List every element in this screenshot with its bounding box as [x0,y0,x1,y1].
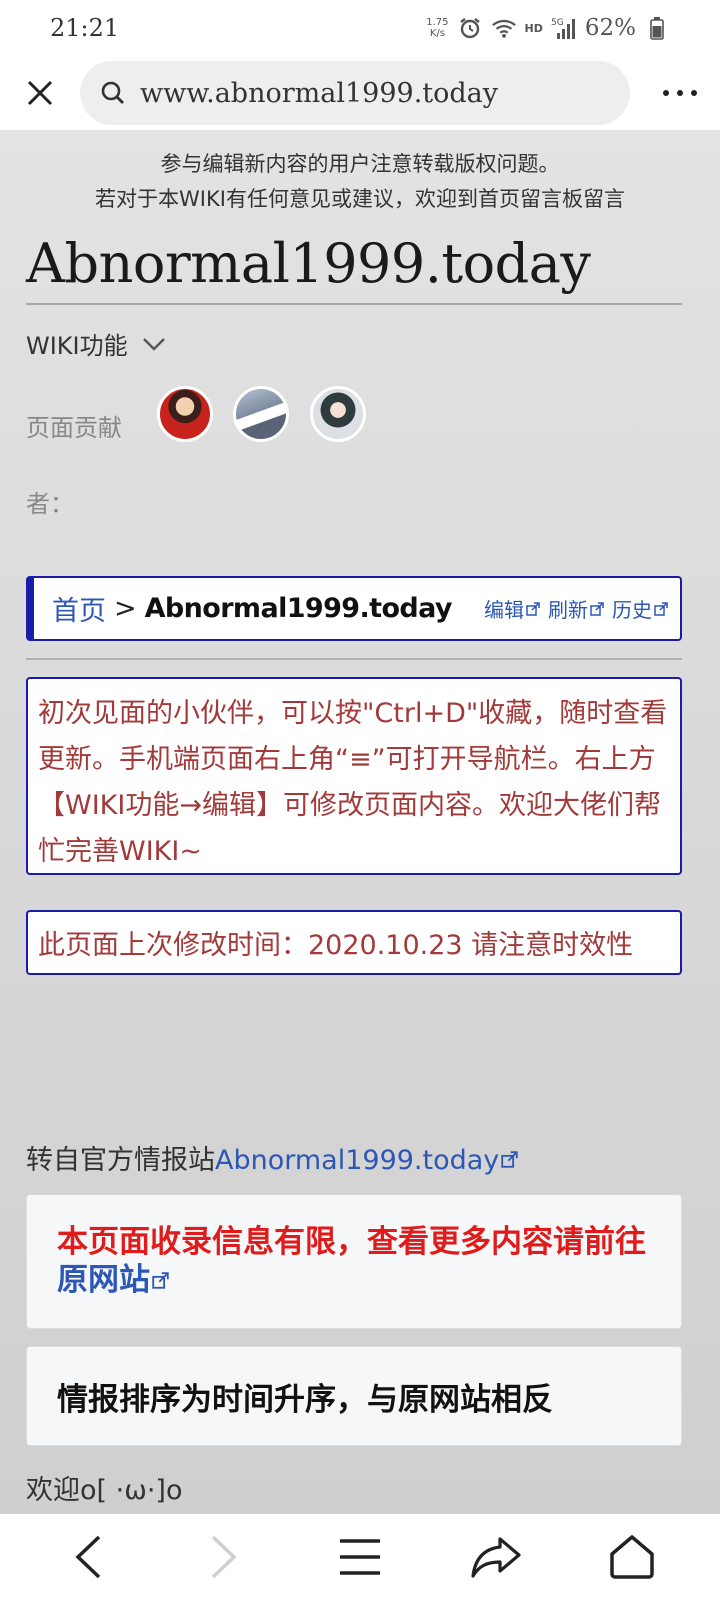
home-button[interactable] [597,1522,667,1592]
forward-button[interactable] [189,1522,259,1592]
breadcrumb-separator: > [114,593,137,624]
share-button[interactable] [461,1522,531,1592]
last-modified-text: 此页面上次修改时间：2020.10.23 请注意时效性 [38,930,634,961]
net-speed-value: 1.75 [426,17,449,28]
status-icons: 1.75 K/s HD 5G 62% [426,15,670,41]
page-actions: 编辑 刷新 历史 [484,594,668,623]
home-icon [610,1535,654,1579]
close-button[interactable] [18,71,62,115]
wiki-functions-label: WIKI功能 [26,332,128,360]
external-link-icon [152,1272,169,1289]
section-divider [26,658,682,660]
external-link-icon [526,602,540,616]
top-notice: . 参与编辑新内容的用户注意转载版权问题。 若对于本WIKI有任何意见或建议，欢… [0,130,720,217]
menu-button[interactable] [325,1522,395,1592]
bottom-navigation [0,1514,720,1600]
contributor-avatar[interactable] [233,386,289,442]
share-icon [471,1537,521,1578]
back-icon [75,1535,101,1579]
page-title: Abnormal1999.today [26,232,591,295]
last-modified-box: 此页面上次修改时间：2020.10.23 请注意时效性 [26,910,682,975]
external-link-icon [501,1151,518,1168]
net-speed-unit: K/s [429,28,445,39]
contributor-avatar[interactable] [157,386,213,442]
external-link-icon [590,602,604,616]
breadcrumb-home-link[interactable]: 首页 [52,589,106,628]
title-divider [26,303,682,305]
url-text: www.abnormal1999.today [140,77,499,109]
signal-label: 5G [551,18,564,28]
search-icon [101,81,124,104]
alarm-icon [457,16,483,40]
contributors-label: 页面贡献 [26,414,122,442]
more-icon [663,90,697,96]
back-button[interactable] [53,1522,123,1592]
wifi-icon [491,16,517,40]
signal-icon: 5G [551,16,577,40]
chevron-down-icon [142,337,165,351]
more-options-button[interactable] [658,71,702,115]
external-link-icon [654,602,668,616]
page-content[interactable]: . 参与编辑新内容的用户注意转载版权问题。 若对于本WIKI有任何意见或建议，欢… [0,130,720,1514]
order-note-card: 情报排序为时间升序，与原网站相反 [26,1346,682,1446]
contributors-label-suffix: 者： [26,490,74,518]
net-speed: 1.75 K/s [426,17,448,39]
forward-icon [211,1535,237,1579]
breadcrumb-current: Abnormal1999.today [144,593,453,624]
breadcrumb: 首页 > Abnormal1999.today 编辑 刷新 历史 [26,576,682,641]
notice-line-2: 若对于本WIKI有任何意见或建议，欢迎到首页留言板留言 [95,187,625,211]
welcome-tip-text: 初次见面的小伙伴，可以按"Ctrl+D"收藏，随时查看更新。手机端页面右上角“≡… [38,698,668,867]
browser-toolbar: www.abnormal1999.today [0,56,720,130]
battery-percent: 62% [584,15,636,41]
source-line: 转自官方情报站Abnormal1999.today [26,1138,518,1177]
contributor-avatar[interactable] [310,386,366,442]
order-note-text: 情报排序为时间升序，与原网站相反 [57,1381,553,1418]
limited-info-text: 本页面收录信息有限，查看更多内容请前往 [57,1224,646,1260]
welcome-tip-box: 初次见面的小伙伴，可以按"Ctrl+D"收藏，随时查看更新。手机端页面右上角“≡… [26,677,682,875]
status-bar: 21:21 1.75 K/s HD 5G 62% [0,0,720,56]
original-site-link[interactable]: 原网站 [57,1262,169,1298]
network-label: HD [524,21,543,35]
history-link[interactable]: 历史 [612,594,668,623]
edit-link[interactable]: 编辑 [484,594,540,623]
limited-info-card: 本页面收录信息有限，查看更多内容请前往原网站 [26,1194,682,1329]
close-icon [27,80,53,106]
address-bar[interactable]: www.abnormal1999.today [80,61,630,125]
refresh-link[interactable]: 刷新 [548,594,604,623]
source-prefix: 转自官方情报站 [26,1145,215,1176]
status-time: 21:21 [50,14,120,42]
source-link[interactable]: Abnormal1999.today [215,1145,518,1176]
menu-icon [340,1539,380,1575]
wiki-functions-dropdown[interactable]: WIKI功能 [26,326,166,361]
welcome-text: 欢迎o[ ·ω·]o [26,1475,183,1506]
battery-icon [644,16,670,40]
notice-line-1: 参与编辑新内容的用户注意转载版权问题。 [160,152,560,176]
